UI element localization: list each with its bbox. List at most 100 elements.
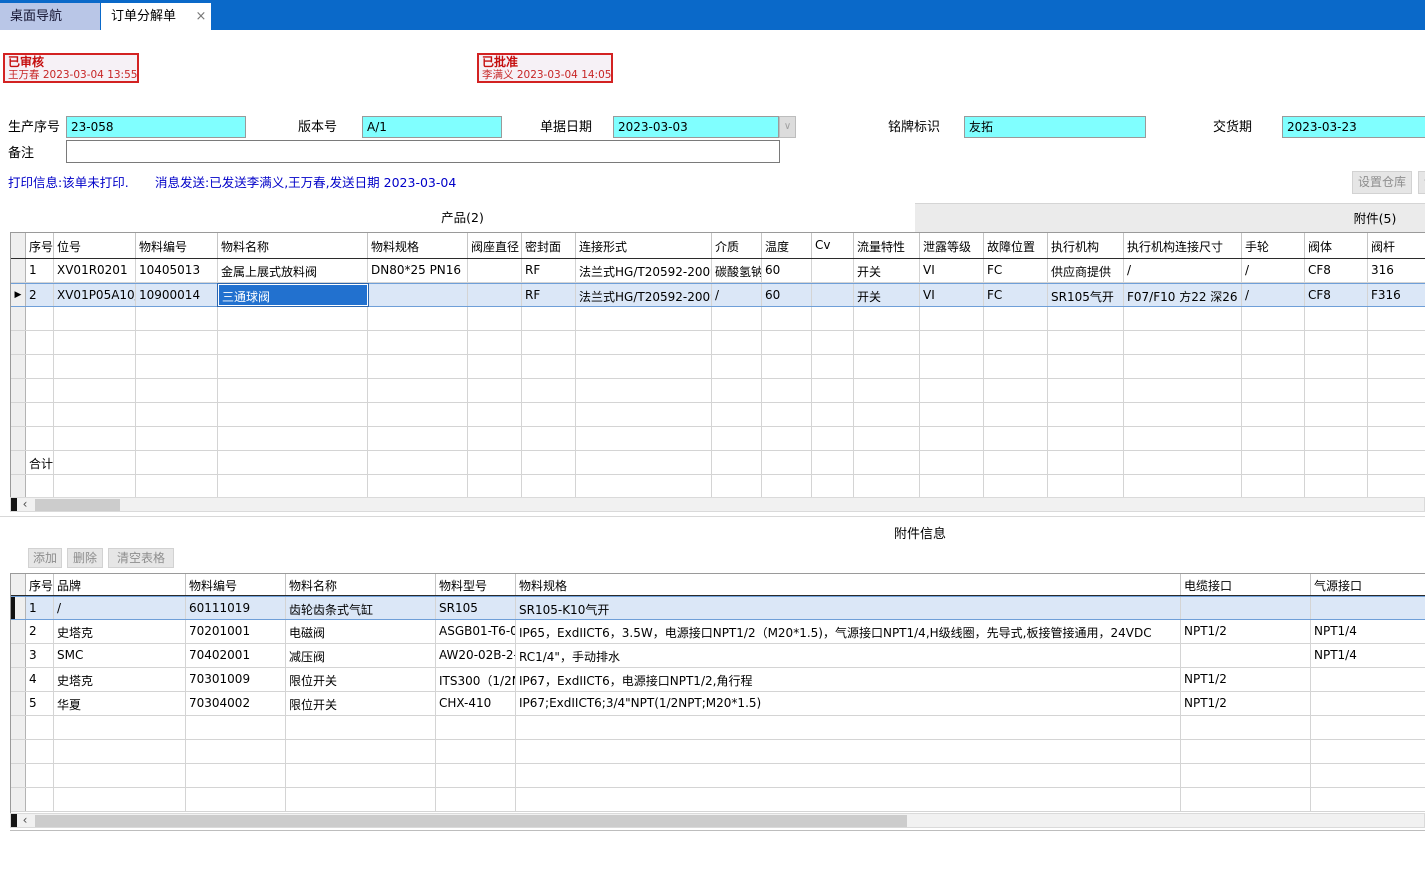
grid-cell[interactable] [468,355,522,378]
delivery-date-field[interactable]: 2023-03-23 [1282,116,1425,138]
grid-cell[interactable] [712,307,762,330]
grid-cell[interactable] [762,355,812,378]
grid-cell[interactable] [576,403,712,426]
grid-cell[interactable] [1305,427,1368,450]
empty-row[interactable] [11,307,1425,331]
attachment-grid[interactable]: 序号品牌物料编号物料名称物料型号物料规格电缆接口气源接口1/60111019齿轮… [10,573,1425,813]
grid-cell[interactable]: CF8 [1305,284,1368,306]
grid-cell[interactable] [54,788,186,811]
grid-cell[interactable] [812,403,854,426]
grid-cell[interactable]: 4 [26,668,54,691]
grid-cell[interactable] [576,379,712,402]
grid-cell[interactable] [1305,307,1368,330]
grid-cell[interactable] [1048,403,1124,426]
clipped-button[interactable]: 讠 [1418,171,1425,194]
grid-cell[interactable] [1305,379,1368,402]
grid-cell[interactable] [576,331,712,354]
grid-cell[interactable] [522,307,576,330]
grid-cell[interactable] [26,788,54,811]
grid-cell[interactable] [218,403,368,426]
grid-cell[interactable] [576,427,712,450]
grid-cell[interactable] [984,427,1048,450]
tab-attachments[interactable]: 附件(5) [915,203,1425,232]
grid-cell[interactable] [368,475,468,497]
grid-cell[interactable] [26,355,54,378]
grid-cell[interactable]: F07/F10 方22 深26 [1124,284,1242,306]
grid-cell[interactable] [26,331,54,354]
grid-cell[interactable]: 10900014 [136,284,218,306]
add-button[interactable]: 添加 [28,548,62,568]
grid-cell[interactable] [468,427,522,450]
clear-table-button[interactable]: 清空表格 [108,548,174,568]
grid-cell[interactable] [136,427,218,450]
grid-cell[interactable] [920,331,984,354]
grid-cell[interactable] [1311,692,1425,715]
grid-cell[interactable] [1311,788,1425,811]
grid-cell[interactable]: 法兰式HG/T20592-2009 [576,284,712,306]
empty-row[interactable] [11,475,1425,497]
grid-cell[interactable]: 60 [762,284,812,306]
grid-cell[interactable]: 开关 [854,259,920,282]
grid-cell[interactable] [26,764,54,787]
grid-cell[interactable] [1242,475,1305,497]
grid-cell[interactable] [576,307,712,330]
grid-cell[interactable] [1124,355,1242,378]
grid-cell[interactable]: 碳酸氢钠 [712,259,762,282]
column-header[interactable]: 序号 [26,233,54,258]
production-no-field[interactable]: 23-058 [66,116,246,138]
grid-cell[interactable] [1368,331,1425,354]
grid-cell[interactable] [468,307,522,330]
grid-cell[interactable] [468,379,522,402]
grid-cell[interactable] [1368,475,1425,497]
grid-cell[interactable] [920,403,984,426]
grid-cell[interactable] [368,331,468,354]
grid-cell[interactable] [26,475,54,497]
grid-cell[interactable]: 金属上展式放料阀 [218,259,368,282]
grid-cell[interactable] [218,475,368,497]
grid-cell[interactable] [54,740,186,763]
grid-cell[interactable] [368,355,468,378]
grid-cell[interactable]: DN80*25 PN16 [368,259,468,282]
column-header[interactable]: 序号 [26,574,54,595]
grid-cell[interactable] [1124,379,1242,402]
column-header[interactable]: 流量特性 [854,233,920,258]
row-indicator[interactable] [11,788,26,811]
grid-cell[interactable]: VI [920,259,984,282]
grid-cell[interactable] [1311,597,1425,619]
grid-cell[interactable]: 70402001 [186,644,286,667]
grid-cell[interactable]: 60111019 [186,597,286,619]
grid-cell[interactable] [516,716,1181,739]
row-indicator[interactable] [11,692,26,715]
grid-cell[interactable]: SR105 [436,597,516,619]
column-header[interactable]: 物料编号 [136,233,218,258]
product-hscrollbar[interactable]: ‹ [10,497,1425,512]
grid-cell[interactable] [136,331,218,354]
grid-cell[interactable] [218,379,368,402]
grid-cell[interactable] [54,331,136,354]
grid-cell[interactable] [436,788,516,811]
grid-cell[interactable] [854,307,920,330]
grid-cell[interactable]: 70301009 [186,668,286,691]
grid-cell[interactable] [854,331,920,354]
grid-cell[interactable] [186,716,286,739]
close-icon[interactable]: × [193,3,209,30]
empty-row[interactable] [11,403,1425,427]
grid-cell[interactable]: IP67;ExdIICT6;3/4"NPT(1/2NPT;M20*1.5) [516,692,1181,715]
grid-cell[interactable] [54,475,136,497]
grid-cell[interactable] [186,788,286,811]
grid-cell[interactable] [1181,597,1311,619]
grid-cell[interactable]: ITS300（1/2N [436,668,516,691]
grid-cell[interactable] [368,427,468,450]
grid-cell[interactable]: 限位开关 [286,692,436,715]
row-indicator[interactable] [11,307,26,330]
column-header[interactable]: 物料编号 [186,574,286,595]
grid-cell[interactable] [468,331,522,354]
grid-cell[interactable] [812,379,854,402]
grid-cell[interactable] [26,716,54,739]
grid-cell[interactable] [368,307,468,330]
product-hscroll-thumb[interactable] [35,499,120,511]
grid-cell[interactable] [522,331,576,354]
grid-cell[interactable] [576,355,712,378]
grid-cell[interactable] [1242,379,1305,402]
grid-cell[interactable]: RF [522,259,576,282]
